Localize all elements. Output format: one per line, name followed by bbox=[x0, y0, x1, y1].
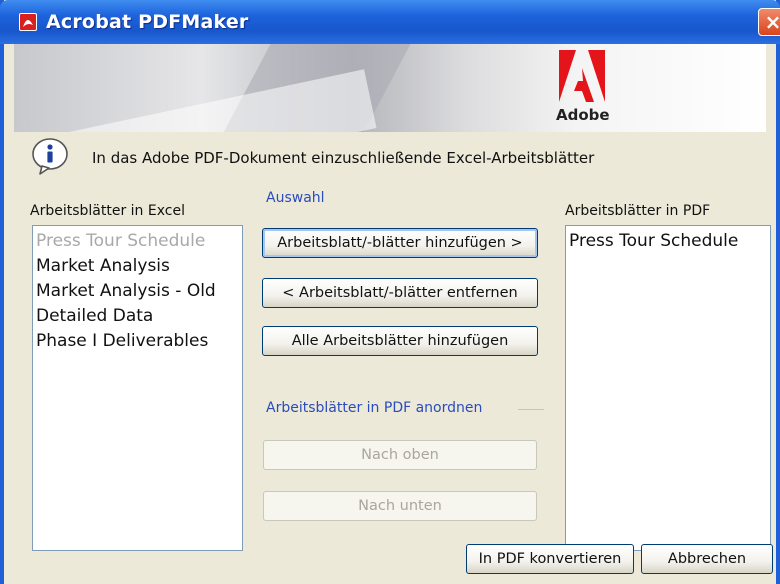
list-item[interactable]: Detailed Data bbox=[36, 304, 239, 329]
pdfmaker-dialog: Acrobat PDFMaker × Adobe In das Adobe PD… bbox=[0, 0, 780, 584]
adobe-wordmark: Adobe bbox=[556, 106, 610, 124]
move-up-button[interactable]: Nach oben bbox=[263, 440, 537, 470]
title-bar[interactable]: Acrobat PDFMaker × bbox=[0, 0, 780, 44]
adobe-banner: Adobe bbox=[14, 44, 766, 132]
move-down-button[interactable]: Nach unten bbox=[263, 491, 537, 521]
add-sheets-button[interactable]: Arbeitsblatt/-blätter hinzufügen > bbox=[262, 228, 538, 258]
excel-list-label: Arbeitsblätter in Excel bbox=[30, 203, 185, 219]
group-divider bbox=[518, 409, 544, 410]
remove-sheets-button[interactable]: < Arbeitsblatt/-blätter entfernen bbox=[262, 278, 538, 308]
order-group-label: Arbeitsblätter in PDF anordnen bbox=[266, 400, 483, 416]
add-all-sheets-button[interactable]: Alle Arbeitsblätter hinzufügen bbox=[262, 326, 538, 356]
pdf-list-label: Arbeitsblätter in PDF bbox=[565, 203, 711, 219]
cancel-button[interactable]: Abbrechen bbox=[641, 544, 773, 574]
pdf-sheets-listbox[interactable]: Press Tour Schedule bbox=[565, 225, 771, 551]
list-item[interactable]: Phase I Deliverables bbox=[36, 329, 239, 354]
list-item[interactable]: Market Analysis - Old bbox=[36, 279, 239, 304]
list-item[interactable]: Press Tour Schedule bbox=[569, 229, 767, 254]
convert-to-pdf-button[interactable]: In PDF konvertieren bbox=[466, 544, 634, 574]
window-title: Acrobat PDFMaker bbox=[46, 11, 249, 33]
info-text: In das Adobe PDF-Dokument einzuschließen… bbox=[92, 149, 595, 167]
acrobat-icon bbox=[19, 13, 37, 31]
list-item: Press Tour Schedule bbox=[36, 231, 206, 251]
banner-decoration bbox=[31, 69, 377, 132]
adobe-logo-icon bbox=[559, 50, 605, 102]
list-item[interactable]: Market Analysis bbox=[36, 254, 239, 279]
excel-sheets-listbox[interactable]: Press Tour Schedule Market Analysis Mark… bbox=[32, 225, 243, 551]
close-button[interactable]: × bbox=[758, 8, 780, 36]
info-icon bbox=[32, 138, 68, 175]
selection-group-label: Auswahl bbox=[266, 190, 325, 206]
